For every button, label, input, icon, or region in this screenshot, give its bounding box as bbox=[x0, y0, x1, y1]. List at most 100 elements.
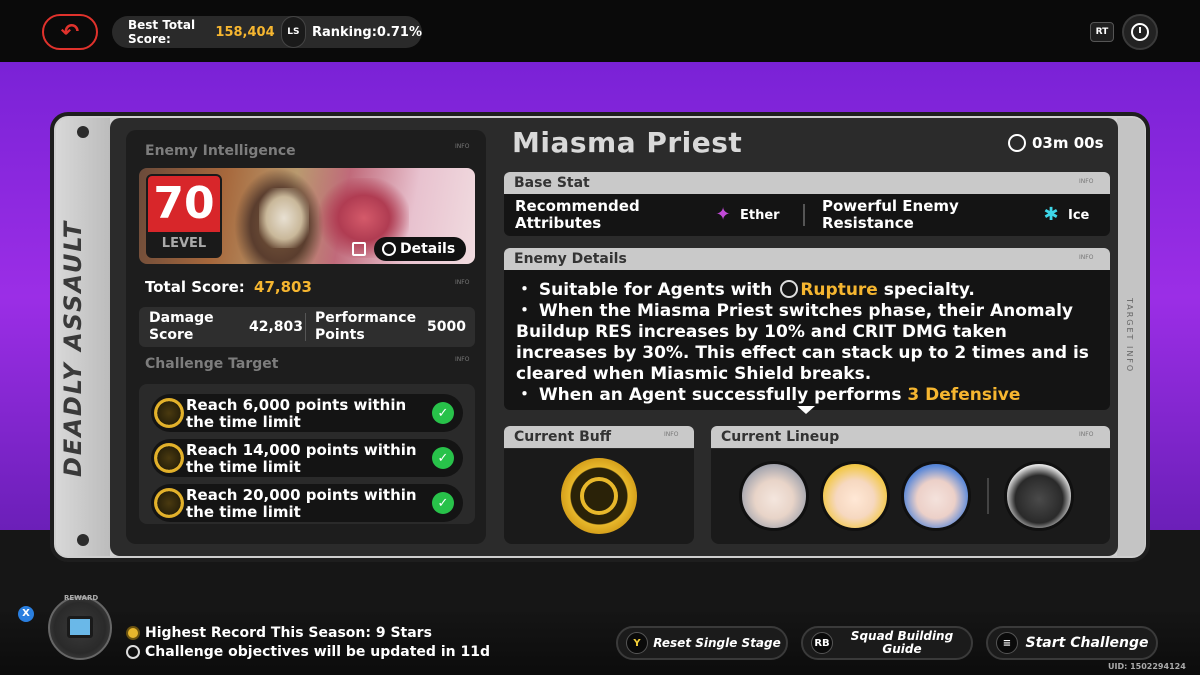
performance-points-value: 5000 bbox=[427, 319, 466, 335]
check-icon: ✓ bbox=[432, 447, 454, 469]
highest-record-text: Highest Record This Season: 9 Stars bbox=[145, 625, 432, 641]
recommended-attribute: ✦ Ether bbox=[712, 204, 779, 226]
best-total-score-label: Best Total Score: bbox=[128, 18, 196, 46]
challenge-target-text: Reach 20,000 points within the time limi… bbox=[186, 486, 417, 521]
objectives-update-text: Challenge objectives will be updated in … bbox=[145, 644, 490, 660]
enemy-art bbox=[259, 188, 309, 248]
agent-avatar[interactable] bbox=[739, 461, 809, 531]
back-button[interactable]: ↶ bbox=[42, 14, 98, 50]
scroll-down-icon[interactable] bbox=[797, 406, 815, 414]
divider bbox=[987, 478, 989, 514]
squad-building-guide-button[interactable]: RB Squad Building Guide bbox=[801, 626, 973, 660]
ice-icon: ✱ bbox=[1043, 204, 1059, 225]
level-number: 70 bbox=[148, 176, 220, 232]
divider bbox=[803, 204, 805, 226]
enemy-name: Miasma Priest bbox=[512, 126, 743, 159]
star-coin-icon bbox=[154, 488, 184, 518]
reset-single-stage-label: Reset Single Stage bbox=[653, 635, 781, 650]
best-score-pill: Best Total Score: 158,404 LS Ranking:0.7… bbox=[112, 16, 422, 48]
buff-emblem-icon bbox=[580, 477, 618, 515]
check-icon: ✓ bbox=[432, 492, 454, 514]
info-tag: INFO bbox=[1079, 254, 1094, 261]
challenge-target-item: Reach 14,000 points within the time limi… bbox=[151, 439, 463, 477]
level-badge: 70 LEVEL bbox=[146, 174, 222, 258]
deadly-assault-title: DEADLY ASSAULT bbox=[59, 219, 87, 477]
reset-single-stage-button[interactable]: Y Reset Single Stage bbox=[616, 626, 788, 660]
y-key-badge: Y bbox=[626, 632, 648, 654]
ls-key-badge[interactable]: LS bbox=[280, 16, 306, 48]
start-challenge-label: Start Challenge bbox=[1025, 634, 1149, 651]
start-challenge-button[interactable]: ≡ Start Challenge bbox=[986, 626, 1158, 660]
screw-icon bbox=[77, 126, 89, 138]
tv-icon bbox=[67, 616, 93, 638]
back-arrow-icon: ↶ bbox=[60, 19, 80, 45]
info-tag: INFO bbox=[1079, 178, 1094, 185]
agent-avatar[interactable] bbox=[820, 461, 890, 531]
challenge-target-item: Reach 6,000 points within the time limit… bbox=[151, 394, 463, 432]
clock-icon bbox=[1131, 23, 1149, 41]
reward-button[interactable] bbox=[48, 596, 112, 660]
info-tag: INFO bbox=[664, 431, 679, 438]
bangboo-avatar[interactable] bbox=[1004, 461, 1074, 531]
detail-text: ・ When an Agent successfully performs bbox=[516, 385, 902, 405]
reward-label: REWARD bbox=[64, 594, 99, 602]
enemy-detail-line: ・ When an Agent successfully performs 3 … bbox=[516, 385, 1096, 406]
info-tag: INFO bbox=[455, 279, 470, 286]
total-score-value: 47,803 bbox=[254, 278, 312, 296]
buff-icon[interactable] bbox=[561, 458, 637, 534]
level-label: LEVEL bbox=[161, 236, 207, 251]
enemy-detail-line: ・ Suitable for Agents with Rupture speci… bbox=[516, 280, 1096, 301]
resistance-attribute-value: Ice bbox=[1068, 207, 1090, 223]
screw-icon bbox=[77, 534, 89, 546]
detail-text: ・ Suitable for Agents with bbox=[516, 280, 773, 300]
objectives-update: Challenge objectives will be updated in … bbox=[126, 644, 490, 660]
rb-key-badge: RB bbox=[811, 632, 833, 654]
base-stat-panel: Recommended Attributes ✦ Ether Powerful … bbox=[504, 194, 1110, 236]
challenge-target-text: Reach 6,000 points within the time limit bbox=[186, 396, 407, 431]
total-score: Total Score: 47,803 bbox=[145, 278, 312, 296]
highest-record: Highest Record This Season: 9 Stars bbox=[126, 625, 432, 641]
base-stat-header: Base Stat bbox=[504, 172, 1110, 194]
star-coin-icon bbox=[154, 443, 184, 473]
rt-key-badge: RT bbox=[1090, 22, 1114, 42]
x-key-badge: X bbox=[18, 606, 34, 622]
timer-value: 03m 00s bbox=[1032, 134, 1104, 152]
current-buff-label: Current Buff bbox=[514, 429, 612, 445]
resistance-attribute: ✱ Ice bbox=[1040, 204, 1089, 226]
clock-icon bbox=[382, 242, 396, 256]
star-icon bbox=[126, 626, 140, 640]
defensive-highlight: 3 Defensive bbox=[907, 385, 1021, 405]
enemy-intelligence-label: Enemy Intelligence bbox=[145, 143, 296, 159]
challenge-target-item: Reach 20,000 points within the time limi… bbox=[151, 484, 463, 522]
details-button[interactable]: Details bbox=[374, 237, 466, 261]
copy-icon[interactable] bbox=[352, 242, 366, 256]
squad-building-guide-label: Squad Building Guide bbox=[850, 629, 954, 656]
side-strip: DEADLY ASSAULT bbox=[56, 118, 110, 556]
damage-score-label: Damage Score bbox=[149, 310, 214, 343]
divider bbox=[305, 313, 306, 341]
right-strip: TARGET INFO bbox=[1117, 118, 1145, 556]
info-tag: INFO bbox=[455, 143, 470, 150]
challenge-target-label: Challenge Target bbox=[145, 356, 279, 372]
enemy-details-panel[interactable]: ・ Suitable for Agents with Rupture speci… bbox=[504, 270, 1110, 410]
menu-icon: ≡ bbox=[996, 632, 1018, 654]
agent-avatar[interactable] bbox=[901, 461, 971, 531]
total-score-label: Total Score: bbox=[145, 278, 245, 296]
damage-score-value: 42,803 bbox=[249, 319, 304, 335]
info-tag: INFO bbox=[1079, 431, 1094, 438]
recommended-attributes-label: Recommended Attributes bbox=[515, 197, 640, 232]
current-lineup-label: Current Lineup bbox=[721, 429, 840, 445]
best-total-score-value: 158,404 bbox=[215, 24, 275, 40]
performance-points-label: Performance Points bbox=[315, 310, 417, 343]
ether-icon: ✦ bbox=[715, 204, 731, 225]
detail-text: specialty. bbox=[883, 280, 975, 300]
clock-button[interactable] bbox=[1122, 14, 1158, 50]
star-coin-icon bbox=[154, 398, 184, 428]
uid-text: UID: 1502294124 bbox=[1108, 662, 1186, 671]
rupture-icon bbox=[780, 280, 799, 298]
check-icon: ✓ bbox=[432, 402, 454, 424]
details-label: Details bbox=[400, 241, 456, 257]
base-stat-label: Base Stat bbox=[514, 175, 590, 191]
time-limit: 03m 00s bbox=[1008, 134, 1104, 152]
score-breakdown: Damage Score 42,803 Performance Points 5… bbox=[139, 307, 475, 347]
